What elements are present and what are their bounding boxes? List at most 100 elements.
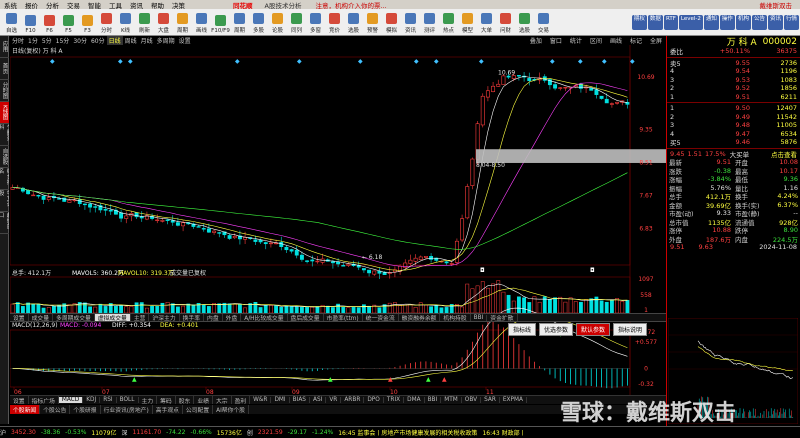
toolbar-right-button[interactable]: 期权	[631, 15, 647, 30]
toolbar-button[interactable]: 大盘	[154, 9, 173, 35]
indicator-tab[interactable]: MACD	[58, 397, 84, 403]
menu-item[interactable]: 决策	[168, 0, 189, 10]
menu-item[interactable]: 系统	[0, 0, 21, 10]
toolbar-right-button[interactable]: 数据	[647, 15, 663, 30]
left-tab[interactable]: 应用	[0, 36, 9, 58]
news-tab[interactable]: 个股新闻	[10, 405, 41, 414]
indicator-tab[interactable]: 业绩	[194, 396, 213, 404]
period-tool[interactable]: 画线	[608, 38, 624, 45]
toolbar-button[interactable]: 多股	[249, 9, 268, 35]
indicator-tab[interactable]: BBI	[425, 397, 442, 403]
indicator-tab[interactable]: DPO	[364, 397, 384, 403]
indicator-tab[interactable]: 资金扩散	[487, 314, 518, 321]
menu-item[interactable]: 报价	[21, 0, 42, 10]
toolbar-button[interactable]: 周期	[230, 9, 249, 35]
toolbar-button[interactable]: 模型	[458, 9, 477, 35]
indicator-tab[interactable]: 主营	[131, 314, 150, 321]
left-tab[interactable]: 超级盘口	[0, 212, 9, 234]
panel-button[interactable]: 优选参数	[539, 323, 574, 336]
period-tab[interactable]: 分时	[10, 36, 26, 45]
menu-item[interactable]: 分析	[42, 0, 63, 10]
period-tool[interactable]: 标记	[628, 38, 644, 45]
left-tab[interactable]: 首页	[0, 58, 9, 80]
panel-button[interactable]: 指标说明	[613, 323, 648, 336]
period-tab[interactable]: 60分	[89, 36, 107, 45]
menu-item[interactable]: 工具	[105, 0, 126, 10]
news-tab[interactable]: 行业资讯(房地产)	[101, 405, 153, 414]
period-tool[interactable]: 全屏	[648, 38, 664, 45]
indicator-tab[interactable]: ASI	[310, 397, 327, 403]
left-tab[interactable]: 综合排名	[0, 168, 9, 190]
toolbar-right-button[interactable]: 操作	[719, 15, 735, 30]
panel-button[interactable]: 默认参数	[576, 323, 611, 336]
news-tab[interactable]: AI帮你个股	[213, 405, 249, 414]
left-tab[interactable]: 分时图	[0, 80, 9, 102]
toolbar-button[interactable]: 论股	[268, 9, 287, 35]
menu-item[interactable]: 资讯	[126, 0, 147, 10]
panel-button[interactable]: 指标线	[508, 323, 537, 336]
toolbar-button[interactable]: 多窗	[306, 9, 325, 35]
toolbar-button[interactable]: 模拟	[382, 9, 401, 35]
toolbar-button[interactable]: 周期	[173, 9, 192, 35]
indicator-tab[interactable]: VR	[326, 397, 342, 403]
toolbar-button[interactable]: F3	[78, 9, 97, 35]
news-tab[interactable]: 公司配置	[183, 405, 214, 414]
period-tab[interactable]: 1分	[26, 36, 40, 45]
indicator-tab[interactable]: 外盘	[223, 314, 242, 321]
toolbar-button[interactable]: F10/F9	[211, 9, 230, 35]
period-tool[interactable]: 区间	[588, 38, 604, 45]
indicator-tab[interactable]: ARBR	[341, 397, 365, 403]
indicator-tab[interactable]: 成交量	[29, 314, 54, 321]
indicator-tab[interactable]: 机构持股	[440, 314, 471, 321]
indicator-tab[interactable]: BBI	[471, 314, 488, 321]
toolbar-right-button[interactable]: 通知	[703, 15, 719, 30]
toolbar-button[interactable]: F10	[21, 9, 40, 35]
period-tab[interactable]: 月线	[139, 36, 155, 45]
indicator-tab[interactable]: 内盘	[204, 314, 223, 321]
indicator-tab[interactable]: BIAS	[290, 397, 310, 403]
period-tool[interactable]: 叠加	[528, 38, 544, 45]
indicator-tab[interactable]: 大宗	[213, 396, 232, 404]
period-tab[interactable]: 周线	[123, 36, 139, 45]
toolbar-button[interactable]: 测评	[420, 9, 439, 35]
indicator-tab[interactable]: DMA	[404, 397, 425, 403]
period-tab[interactable]: 设置	[177, 36, 193, 45]
toolbar-button[interactable]: 分时	[97, 9, 116, 35]
indicator-tab[interactable]: A/H比较成交量	[241, 314, 288, 321]
news-tab[interactable]: 高手观点	[153, 405, 183, 414]
indicator-tab[interactable]: 融资融券余额	[399, 314, 441, 321]
menu-item[interactable]: 交易	[63, 0, 84, 10]
indicator-tab[interactable]: MTM	[441, 397, 462, 403]
period-tab[interactable]: 多周期	[155, 36, 177, 45]
toolbar-button[interactable]: 自选	[2, 9, 21, 35]
indicator-tab[interactable]: 盘后成交量	[288, 314, 324, 321]
indicator-tab[interactable]: 统一资金流	[363, 314, 399, 321]
indicator-tab[interactable]: 多周期成交量	[53, 314, 95, 321]
toolbar-right-button[interactable]: 资讯	[767, 15, 783, 30]
indicator-tab[interactable]: OBV	[462, 397, 482, 403]
left-tab[interactable]: 个股资料	[0, 124, 9, 146]
toolbar-button[interactable]: 预警	[363, 9, 382, 35]
indicator-tab[interactable]: 换手率	[180, 314, 205, 321]
period-tab[interactable]: 30分	[71, 36, 89, 45]
period-tool[interactable]: 统计	[568, 38, 584, 45]
indicator-tab[interactable]: 主力	[139, 396, 158, 404]
toolbar-button[interactable]: 画线	[192, 9, 211, 35]
indicator-tab[interactable]: EXPMA	[500, 397, 527, 403]
kline-chart[interactable]: ◆ ◆ ◆ ◆ ◆ ◆ ◆ ◆ ◆ ◆ ◆ ◆ ◆ 10.69 9.35 8.51 7.67 6.83 10.69 ←…	[10, 45, 666, 426]
indicator-tab[interactable]: TRIX	[384, 397, 405, 403]
indicator-tab[interactable]: 沪深主力	[149, 314, 180, 321]
indicator-tab[interactable]: 设置	[10, 396, 29, 404]
toolbar-button[interactable]: 选股	[344, 9, 363, 35]
indicator-tab[interactable]: SAR	[481, 397, 500, 403]
indicator-tab[interactable]: 设置	[10, 314, 29, 321]
toolbar-button[interactable]: 选股	[515, 9, 534, 35]
indicator-tab[interactable]: BOLL	[117, 397, 139, 403]
period-tab[interactable]: 15分	[54, 36, 72, 45]
menu-item[interactable]: 帮助	[147, 0, 168, 10]
menu-item[interactable]: 智能	[84, 0, 105, 10]
left-tab[interactable]: 牛叉诊股	[0, 190, 9, 212]
left-tab[interactable]: K线图	[0, 102, 9, 124]
news-tab[interactable]: 个股研报	[70, 405, 101, 414]
indicator-tab[interactable]: 筹码	[157, 396, 176, 404]
